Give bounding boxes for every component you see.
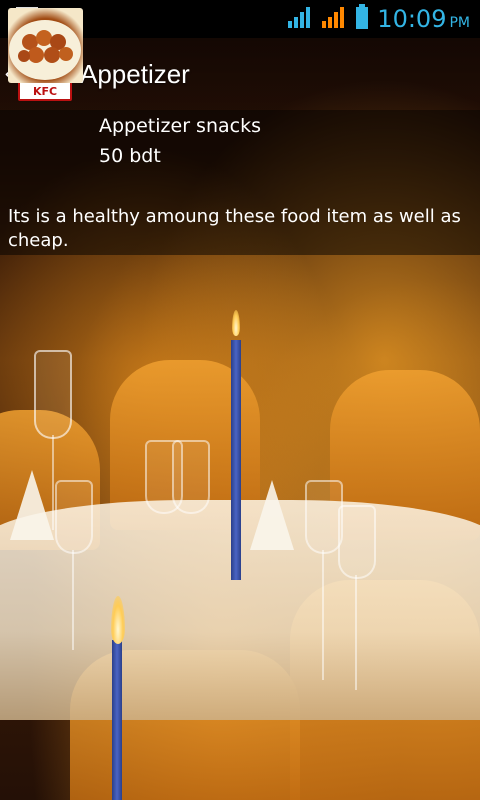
page-title: Appetizer — [80, 58, 190, 89]
glass-stem — [72, 550, 74, 650]
app-screen: 10:09PM ‹ KFC Appetizer — [0, 0, 480, 800]
item-price: 50 bdt — [99, 145, 161, 167]
wine-glass — [55, 480, 93, 554]
clock-ampm: PM — [449, 15, 470, 31]
wifi-signal-icon — [287, 5, 313, 33]
clock-time: 10:09 — [377, 5, 447, 33]
cell-signal-icon — [321, 5, 347, 33]
wine-glass — [34, 350, 72, 439]
glass-stem — [322, 550, 324, 680]
wine-glass — [338, 505, 376, 579]
napkin — [250, 480, 294, 550]
wine-glass — [172, 440, 210, 514]
glass-stem — [52, 435, 54, 530]
battery-icon — [355, 4, 369, 34]
clock: 10:09 PM — [377, 5, 470, 33]
candle — [112, 640, 122, 800]
item-name: Appetizer snacks — [99, 115, 261, 137]
svg-text:KFC: KFC — [33, 85, 57, 98]
item-description: Its is a healthy amoung these food item … — [8, 206, 461, 251]
candle — [231, 340, 241, 580]
glass-stem — [355, 575, 357, 690]
candle-flame — [232, 310, 240, 336]
item-thumbnail — [8, 8, 83, 83]
napkin — [10, 470, 54, 540]
